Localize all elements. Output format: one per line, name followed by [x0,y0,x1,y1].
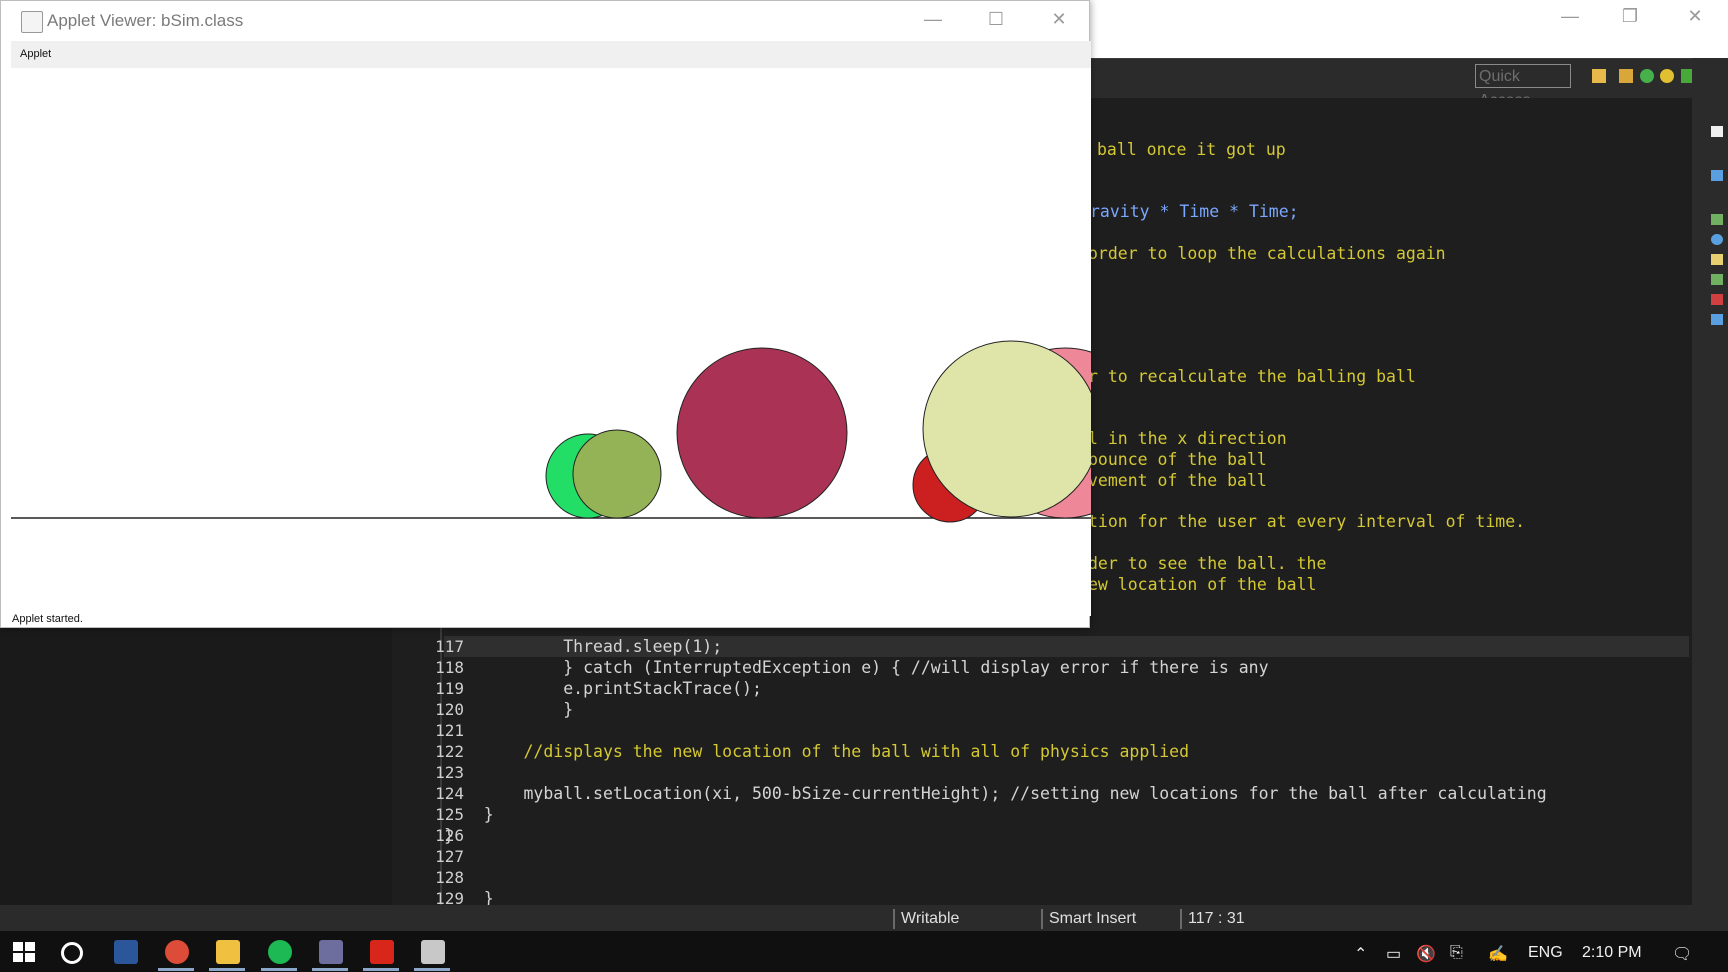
code-line[interactable]: } [444,699,573,720]
code-fragment: tion for the user at every interval of t… [1088,512,1526,531]
code-line[interactable]: e.printStackTrace(); [444,678,762,699]
cortana-search-icon[interactable] [61,942,83,964]
applet-close-button[interactable]: ✕ [1039,9,1079,29]
progress-icon[interactable] [1711,314,1723,325]
eclipse-close-button[interactable]: ✕ [1675,6,1715,26]
notification-center-icon[interactable]: 🗨 [1672,944,1692,964]
console-icon[interactable] [1711,274,1723,285]
eclipse-active-indicator [312,968,348,971]
writable-status: Writable [893,909,959,929]
windows-start-icon[interactable] [12,940,36,964]
code-fragment: l in the x direction [1088,429,1287,448]
javadoc-icon[interactable] [1711,234,1723,245]
explorer-active-indicator [209,968,245,971]
java-applet-icon[interactable] [421,940,445,964]
chrome-icon[interactable] [165,940,189,964]
code-fragment: r to recalculate the balling ball [1088,367,1416,386]
insert-mode-status: Smart Insert [1041,909,1136,929]
cursor-position-status: 117 : 31 [1180,909,1245,929]
code-fragment: ravity * Time * Time; [1090,202,1299,221]
ball [922,340,1091,518]
code-fragment: ball once it got up [1097,140,1286,159]
applet-status-text: Applet started. [12,613,83,625]
code-line[interactable]: //displays the new location of the ball … [444,741,1189,762]
problems-icon[interactable] [1711,214,1723,225]
eclipse-icon[interactable] [319,940,343,964]
code-line[interactable]: } catch (InterruptedException e) { //wil… [444,657,1268,678]
file-explorer-icon[interactable] [216,940,240,964]
applet-active-indicator [414,968,450,971]
code-line[interactable]: myball.setLocation(xi, 500-bSize-current… [444,783,1546,804]
acrobat-active-indicator [363,968,399,971]
line-number: 127 [435,847,464,866]
window-title: Applet Viewer: bSim.class [47,11,244,30]
code-line[interactable]: } [444,825,454,846]
perspective-icon[interactable] [1592,69,1606,83]
eclipse-restore-button[interactable]: ❐ [1610,6,1650,26]
word-icon[interactable] [114,940,138,964]
volume-muted-icon[interactable]: 🔇 [1416,944,1436,964]
java-icon [21,11,43,33]
outline-icon[interactable] [1711,170,1723,181]
ball [572,429,662,519]
simulation-svg [11,340,1091,523]
battery-icon[interactable]: ▭ [1386,944,1401,964]
chrome-active-indicator [158,968,194,971]
applet-menubar [11,41,1091,68]
code-line[interactable]: Thread.sleep(1); [444,636,722,657]
show-hidden-icons-icon[interactable]: ⌃ [1354,944,1367,964]
code-fragment: bounce of the ball [1088,450,1267,469]
language-indicator[interactable]: ENG [1528,944,1563,962]
applet-minimize-button[interactable]: — [913,9,953,29]
eclipse-minimize-button[interactable]: — [1550,6,1590,26]
clock[interactable]: 2:10 PM [1582,944,1642,962]
line-number: 123 [435,763,464,782]
applet-viewer-window: Applet Viewer: bSim.class — ☐ ✕ Applet A… [0,0,1091,628]
debug-icon[interactable] [1640,69,1654,83]
code-fragment: order to loop the calculations again [1088,244,1446,263]
right-toolbar-strip [1692,58,1728,905]
applet-maximize-button[interactable]: ☐ [976,9,1016,29]
code-line[interactable]: } [444,804,494,825]
line-number: 128 [435,868,464,887]
code-fragment: vement of the ball [1088,471,1267,490]
code-fragment: ew location of the ball [1088,575,1317,594]
java-ee-icon[interactable] [1619,69,1633,83]
applet-menu[interactable]: Applet [20,48,51,60]
line-number: 121 [435,721,464,740]
task-list-icon[interactable] [1711,126,1723,137]
code-fragment: der to see the ball. the [1088,554,1327,573]
status-bar: Writable Smart Insert 117 : 31 [0,905,1728,931]
acrobat-icon[interactable] [370,940,394,964]
declaration-icon[interactable] [1711,254,1723,265]
pen-icon[interactable]: ✍ [1488,944,1508,964]
quick-access-input[interactable]: Quick Access [1475,64,1571,109]
spotify-icon[interactable] [268,940,292,964]
network-icon[interactable]: ⎘ [1450,944,1463,962]
windows-taskbar [0,931,1728,972]
spotify-active-indicator [261,968,297,971]
search-icon[interactable] [1660,69,1674,83]
error-log-icon[interactable] [1711,294,1723,305]
ball [676,347,848,519]
simulation-canvas [11,68,1091,616]
